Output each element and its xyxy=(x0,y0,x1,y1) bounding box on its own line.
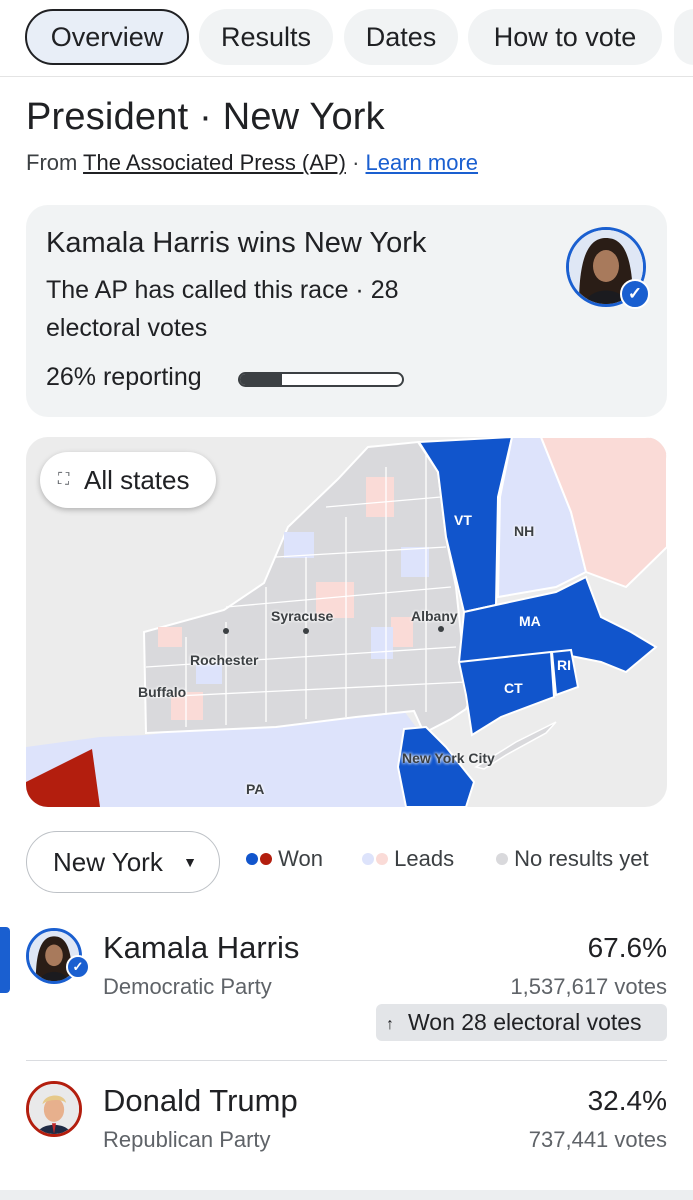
map-county-lead-d3 xyxy=(371,627,393,659)
tab-overflow[interactable] xyxy=(674,9,693,65)
state-selector-dropdown[interactable]: New York ▼ xyxy=(26,831,220,893)
candidate-percent: 32.4% xyxy=(587,1085,667,1116)
map-county-lead-d1 xyxy=(284,532,314,558)
learn-more-link[interactable]: Learn more xyxy=(366,150,479,175)
legend-dot-no-results xyxy=(496,853,508,865)
reporting-progress-bar xyxy=(238,372,404,387)
candidate-votes: 737,441 votes xyxy=(528,1127,667,1152)
tab-bar: Overview Results Dates How to vote xyxy=(0,0,693,77)
map-label-buffalo: Buffalo xyxy=(138,684,187,700)
map-city-dot xyxy=(223,628,229,634)
selected-indicator xyxy=(0,927,10,993)
map-label-ma: MA xyxy=(519,613,541,629)
map-county-lead-r4 xyxy=(391,617,413,647)
all-states-label: All states xyxy=(84,465,190,495)
map-label-nyc: New York City xyxy=(402,750,495,766)
all-states-button[interactable]: ⛶ All states xyxy=(40,452,216,508)
legend-dot-rep-lead xyxy=(376,853,388,865)
map-label-rochester: Rochester xyxy=(190,652,259,668)
state-selector-value: New York xyxy=(53,847,163,877)
map-label-syracuse: Syracuse xyxy=(271,608,334,624)
candidate-party: Republican Party xyxy=(103,1127,271,1152)
map-nyc-won xyxy=(396,725,476,807)
candidate-party: Democratic Party xyxy=(103,974,272,999)
candidate-votes: 1,537,617 votes xyxy=(510,974,667,999)
map-county-lead-r5 xyxy=(158,627,182,647)
tab-overview[interactable]: Overview xyxy=(25,9,189,65)
legend-dot-dem-lead xyxy=(362,853,374,865)
source-line: From The Associated Press (AP) · Learn m… xyxy=(26,150,478,176)
map-city-dot xyxy=(303,628,309,634)
legend-dot-rep-won xyxy=(260,853,272,865)
winner-check-icon: ✓ xyxy=(620,279,650,309)
reporting-label: 26% reporting xyxy=(46,363,202,391)
map-county-lead-d2 xyxy=(401,547,429,577)
legend-no-results-label: No results yet xyxy=(514,846,649,871)
tab-dates[interactable]: Dates xyxy=(344,9,458,65)
source-prefix: From xyxy=(26,150,78,175)
race-headline: Kamala Harris wins New York xyxy=(46,227,427,259)
map-label-nh: NH xyxy=(514,523,535,539)
source-separator: · xyxy=(352,150,360,175)
candidate-name[interactable]: Kamala Harris xyxy=(103,930,299,966)
map-label-ct: CT xyxy=(504,680,523,696)
bottom-edge xyxy=(0,1190,693,1200)
legend-won: Won xyxy=(246,846,323,872)
race-detail: The AP has called this race · 28 elector… xyxy=(46,276,399,342)
source-name-link[interactable]: The Associated Press (AP) xyxy=(83,150,346,175)
map-label-vt: VT xyxy=(454,512,472,528)
legend-won-label: Won xyxy=(278,846,323,871)
expand-icon: ⛶ xyxy=(58,471,70,488)
reporting-progress-fill xyxy=(240,374,283,385)
map-county-lead-r3 xyxy=(366,477,394,517)
arrow-up-icon: ↑ xyxy=(386,1016,394,1033)
dropdown-arrow-icon: ▼ xyxy=(183,854,197,870)
map-label-albany: Albany xyxy=(411,608,458,624)
legend-leads: Leads xyxy=(362,846,454,872)
candidate-name[interactable]: Donald Trump xyxy=(103,1083,298,1119)
winner-check-icon: ✓ xyxy=(66,955,90,979)
map-label-pa: PA xyxy=(246,781,265,797)
tab-how-to-vote[interactable]: How to vote xyxy=(468,9,662,65)
page-title: President · New York xyxy=(26,96,385,138)
electoral-votes-label: Won 28 electoral votes xyxy=(408,1009,642,1035)
legend-dot-dem-won xyxy=(246,853,258,865)
map-city-dot xyxy=(438,626,444,632)
candidate-avatar-trump xyxy=(26,1081,82,1137)
legend-leads-label: Leads xyxy=(394,846,455,871)
divider xyxy=(26,1060,667,1061)
results-map[interactable]: ⛶ All states VT NH MA CT RI PA Syracuse … xyxy=(26,437,667,807)
map-label-ri: RI xyxy=(557,657,571,673)
candidate-percent: 67.6% xyxy=(587,932,667,963)
electoral-votes-badge: ↑ Won 28 electoral votes xyxy=(376,1004,667,1041)
race-summary-card: Kamala Harris wins New York The AP has c… xyxy=(26,205,667,417)
legend-no-results: No results yet xyxy=(496,846,649,872)
tab-results[interactable]: Results xyxy=(199,9,333,65)
